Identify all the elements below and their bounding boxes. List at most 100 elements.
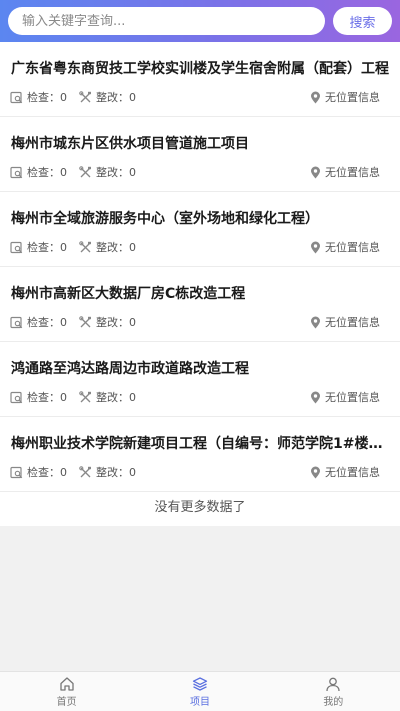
fix-label: 整改： (96, 166, 129, 179)
project-title: 梅州职业技术学院新建项目工程（自编号：师范学院1#楼、财... (11, 436, 391, 452)
location-info: 无位置信息 (310, 164, 380, 180)
location-text: 无位置信息 (325, 391, 380, 404)
bottom-tab-bar: 首页 项目 我的 (0, 671, 400, 711)
check-count: 0 (60, 390, 67, 404)
user-icon (326, 677, 340, 691)
fix-stat: 整改： 0 (79, 314, 136, 330)
no-more-data-text: 没有更多数据了 (0, 492, 400, 526)
fix-stat: 整改： 0 (79, 89, 136, 105)
list-item[interactable]: 鸿通路至鸿达路周边市政道路改造工程 检查： 0 整改： 0 无位置信息 (0, 342, 400, 417)
list-item[interactable]: 梅州市全域旅游服务中心（室外场地和绿化工程） 检查： 0 整改： 0 无位置信息 (0, 192, 400, 267)
fix-count: 0 (129, 240, 136, 254)
fix-label: 整改： (96, 241, 129, 254)
list-item[interactable]: 梅州职业技术学院新建项目工程（自编号：师范学院1#楼、财... 检查： 0 整改：… (0, 417, 400, 492)
location-info: 无位置信息 (310, 239, 380, 255)
location-info: 无位置信息 (310, 314, 380, 330)
check-label: 检查： (27, 466, 60, 479)
inspect-icon (10, 241, 23, 253)
check-stat: 检查： 0 (10, 389, 67, 405)
tools-icon (79, 465, 91, 477)
inspect-icon (10, 316, 23, 328)
location-text: 无位置信息 (325, 316, 380, 329)
list-item[interactable]: 梅州市城东片区供水项目管道施工项目 检查： 0 整改： 0 无位置信息 (0, 117, 400, 192)
fix-count: 0 (129, 390, 136, 404)
tools-icon (79, 390, 91, 402)
project-title: 鸿通路至鸿达路周边市政道路改造工程 (11, 361, 249, 377)
tools-icon (79, 90, 91, 102)
location-pin-icon (311, 391, 320, 403)
item-meta: 检查： 0 整改： 0 无位置信息 (10, 464, 380, 480)
check-count: 0 (60, 315, 67, 329)
fix-label: 整改： (96, 466, 129, 479)
item-meta: 检查： 0 整改： 0 无位置信息 (10, 389, 380, 405)
check-stat: 检查： 0 (10, 464, 67, 480)
fix-stat: 整改： 0 (79, 164, 136, 180)
inspect-icon (10, 166, 23, 178)
location-info: 无位置信息 (310, 89, 380, 105)
check-count: 0 (60, 90, 67, 104)
fix-count: 0 (129, 90, 136, 104)
check-stat: 检查： 0 (10, 314, 67, 330)
location-pin-icon (311, 241, 320, 253)
location-info: 无位置信息 (310, 389, 380, 405)
check-label: 检查： (27, 316, 60, 329)
location-text: 无位置信息 (325, 91, 380, 104)
fix-stat: 整改： 0 (79, 389, 136, 405)
project-title: 广东省粤东商贸技工学校实训楼及学生宿舍附属（配套）工程 (11, 61, 389, 77)
header-bar: 搜索 (0, 0, 400, 42)
location-text: 无位置信息 (325, 166, 380, 179)
tools-icon (79, 240, 91, 252)
list-item[interactable]: 广东省粤东商贸技工学校实训楼及学生宿舍附属（配套）工程 检查： 0 整改： 0 无位… (0, 42, 400, 117)
check-count: 0 (60, 240, 67, 254)
project-title: 梅州市全域旅游服务中心（室外场地和绿化工程） (11, 211, 319, 227)
check-stat: 检查： 0 (10, 89, 67, 105)
project-list: 广东省粤东商贸技工学校实训楼及学生宿舍附属（配套）工程 检查： 0 整改： 0 无位… (0, 42, 400, 492)
project-title: 梅州市城东片区供水项目管道施工项目 (11, 136, 249, 152)
location-info: 无位置信息 (310, 464, 380, 480)
check-label: 检查： (27, 91, 60, 104)
check-label: 检查： (27, 166, 60, 179)
search-button[interactable]: 搜索 (333, 7, 392, 35)
location-pin-icon (311, 91, 320, 103)
inspect-icon (10, 466, 23, 478)
item-meta: 检查： 0 整改： 0 无位置信息 (10, 164, 380, 180)
check-label: 检查： (27, 241, 60, 254)
layers-icon (192, 676, 208, 691)
item-meta: 检查： 0 整改： 0 无位置信息 (10, 239, 380, 255)
fix-count: 0 (129, 465, 136, 479)
search-input[interactable] (22, 13, 325, 29)
check-stat: 检查： 0 (10, 239, 67, 255)
item-meta: 检查： 0 整改： 0 无位置信息 (10, 314, 380, 330)
location-text: 无位置信息 (325, 241, 380, 254)
item-meta: 检查： 0 整改： 0 无位置信息 (10, 89, 380, 105)
tab-label: 首页 (56, 696, 77, 708)
location-pin-icon (311, 466, 320, 478)
fix-label: 整改： (96, 91, 129, 104)
fix-stat: 整改： 0 (79, 239, 136, 255)
list-item[interactable]: 梅州市高新区大数据厂房C栋改造工程 检查： 0 整改： 0 无位置信息 (0, 267, 400, 342)
tab-label: 项目 (189, 696, 210, 708)
fix-count: 0 (129, 165, 136, 179)
fix-stat: 整改： 0 (79, 464, 136, 480)
tab-label: 我的 (323, 696, 344, 708)
tools-icon (79, 165, 91, 177)
home-icon (60, 676, 74, 691)
check-count: 0 (60, 465, 67, 479)
inspect-icon (10, 91, 23, 103)
fix-count: 0 (129, 315, 136, 329)
location-pin-icon (311, 316, 320, 328)
tab-project[interactable]: 项目 (133, 672, 266, 711)
search-box[interactable] (8, 7, 325, 35)
inspect-icon (10, 391, 23, 403)
tab-home[interactable]: 首页 (0, 672, 133, 711)
check-label: 检查： (27, 391, 60, 404)
check-count: 0 (60, 165, 67, 179)
location-pin-icon (311, 166, 320, 178)
tools-icon (79, 315, 91, 327)
tab-mine[interactable]: 我的 (267, 672, 400, 711)
check-stat: 检查： 0 (10, 164, 67, 180)
project-title: 梅州市高新区大数据厂房C栋改造工程 (11, 286, 246, 302)
fix-label: 整改： (96, 391, 129, 404)
location-text: 无位置信息 (325, 466, 380, 479)
fix-label: 整改： (96, 316, 129, 329)
